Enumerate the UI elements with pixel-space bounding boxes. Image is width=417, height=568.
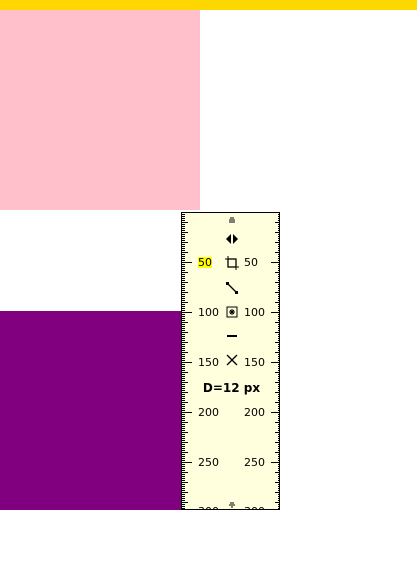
ruler-label-right: 50 <box>244 256 258 269</box>
ruler-label-left: 150 <box>198 356 219 369</box>
center-point-icon[interactable] <box>225 305 239 319</box>
vertical-ruler-tool[interactable]: 50 100 150 200 250 300 50 100 150 200 25… <box>181 212 280 510</box>
pink-block <box>0 10 200 210</box>
ruler-label-left: 250 <box>198 456 219 469</box>
flip-horizontal-icon[interactable] <box>225 232 239 246</box>
top-color-bar <box>0 0 417 10</box>
distance-readout: D=12 px <box>202 381 261 395</box>
close-x-icon[interactable] <box>225 353 239 367</box>
purple-block <box>0 311 181 510</box>
ruler-label-right: 150 <box>244 356 265 369</box>
collapse-up-icon[interactable] <box>225 213 239 227</box>
horizontal-line-icon[interactable] <box>225 329 239 343</box>
diagonal-measure-icon[interactable] <box>225 281 239 295</box>
ruler-label-left: 300 <box>198 506 219 509</box>
ruler-label-left: 100 <box>198 306 219 319</box>
ruler-label-left: 200 <box>198 406 219 419</box>
ruler-label-right: 200 <box>244 406 265 419</box>
ruler-label-right: 100 <box>244 306 265 319</box>
collapse-down-icon[interactable] <box>225 498 239 509</box>
ruler-label-right: 300 <box>244 506 265 509</box>
ruler-label-left: 50 <box>198 256 212 269</box>
crop-frame-icon[interactable] <box>225 256 239 270</box>
ruler-label-right: 250 <box>244 456 265 469</box>
